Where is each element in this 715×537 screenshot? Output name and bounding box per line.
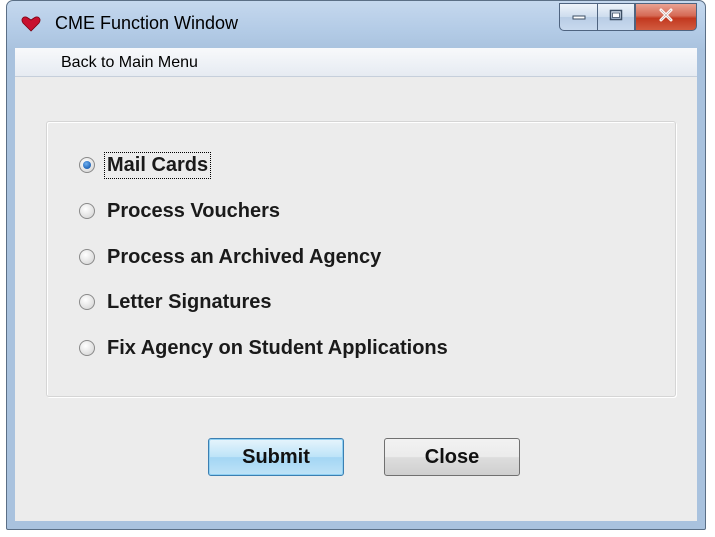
radio-button[interactable]	[79, 340, 95, 356]
radio-button[interactable]	[79, 249, 95, 265]
menu-item-back-to-main-menu[interactable]: Back to Main Menu	[61, 54, 198, 72]
option-label: Mail Cards	[103, 151, 212, 179]
option-letter-signatures[interactable]: Letter Signatures	[79, 288, 273, 316]
cme-function-window: CME Function Window Back to Main Menu Ma…	[6, 0, 706, 530]
minimize-icon	[572, 8, 586, 26]
window-controls	[559, 3, 697, 33]
menu-bar: Back to Main Menu	[15, 48, 697, 77]
option-label: Fix Agency on Student Applications	[107, 336, 448, 359]
maximize-button[interactable]	[597, 3, 635, 31]
option-fix-agency[interactable]: Fix Agency on Student Applications	[79, 334, 450, 362]
radio-button[interactable]	[79, 294, 95, 310]
option-label: Process Vouchers	[107, 199, 281, 222]
option-process-archived-agency[interactable]: Process an Archived Agency	[79, 243, 383, 271]
option-label: Process an Archived Agency	[107, 245, 382, 268]
option-mail-cards[interactable]: Mail Cards	[79, 151, 212, 179]
close-icon	[658, 8, 674, 27]
radio-dot	[83, 161, 91, 169]
close-button[interactable]: Close	[384, 438, 520, 476]
radio-button-selected[interactable]	[79, 157, 95, 173]
maximize-icon	[609, 8, 623, 26]
submit-button[interactable]: Submit	[208, 438, 344, 476]
window-close-button[interactable]	[635, 3, 697, 31]
option-process-vouchers[interactable]: Process Vouchers	[79, 197, 282, 225]
radio-button[interactable]	[79, 203, 95, 219]
option-label: Letter Signatures	[107, 290, 272, 313]
window-title: CME Function Window	[55, 13, 239, 33]
client-area: Mail Cards Process Vouchers Process an A…	[15, 77, 697, 521]
minimize-button[interactable]	[559, 3, 597, 31]
title-bar[interactable]: CME Function Window	[7, 1, 705, 47]
heart-icon	[21, 16, 41, 32]
